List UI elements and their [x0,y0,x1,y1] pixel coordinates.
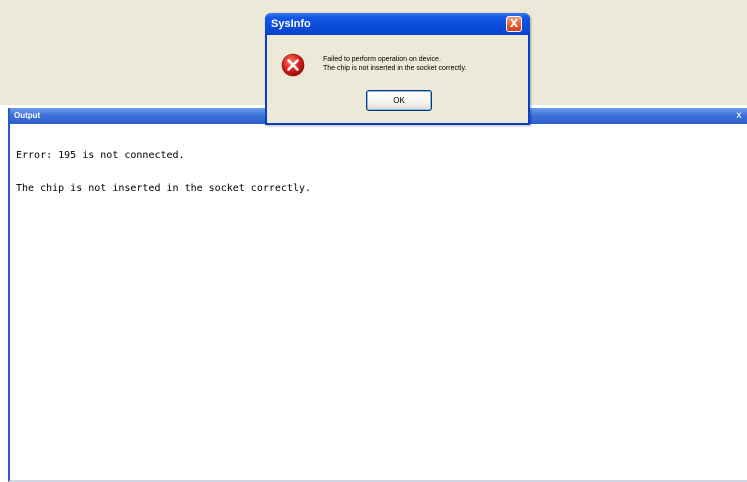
error-icon [281,53,305,77]
output-line: Error: 195 is not connected. [16,150,185,161]
dialog-message: Failed to perform operation on device. T… [323,55,523,73]
output-title: Output [14,111,41,120]
dialog-titlebar[interactable]: SysInfo [265,13,530,35]
ok-button[interactable]: OK [366,90,432,111]
screen: Output x Error: 195 is not connected. Th… [0,0,747,482]
dialog-title: SysInfo [271,18,311,30]
sysinfo-dialog: SysInfo X Failed to perform operation on… [265,13,530,125]
output-line: The chip is not inserted in the socket c… [16,183,312,194]
output-panel: Output x Error: 195 is not connected. Th… [8,108,747,482]
output-close-icon[interactable]: x [733,110,745,122]
output-log[interactable]: Error: 195 is not connected. The chip is… [16,128,736,216]
dialog-close-button[interactable]: X [506,16,522,32]
dialog-message-line: Failed to perform operation on device. [323,56,441,63]
dialog-message-line: The chip is not inserted in the socket c… [323,65,467,72]
